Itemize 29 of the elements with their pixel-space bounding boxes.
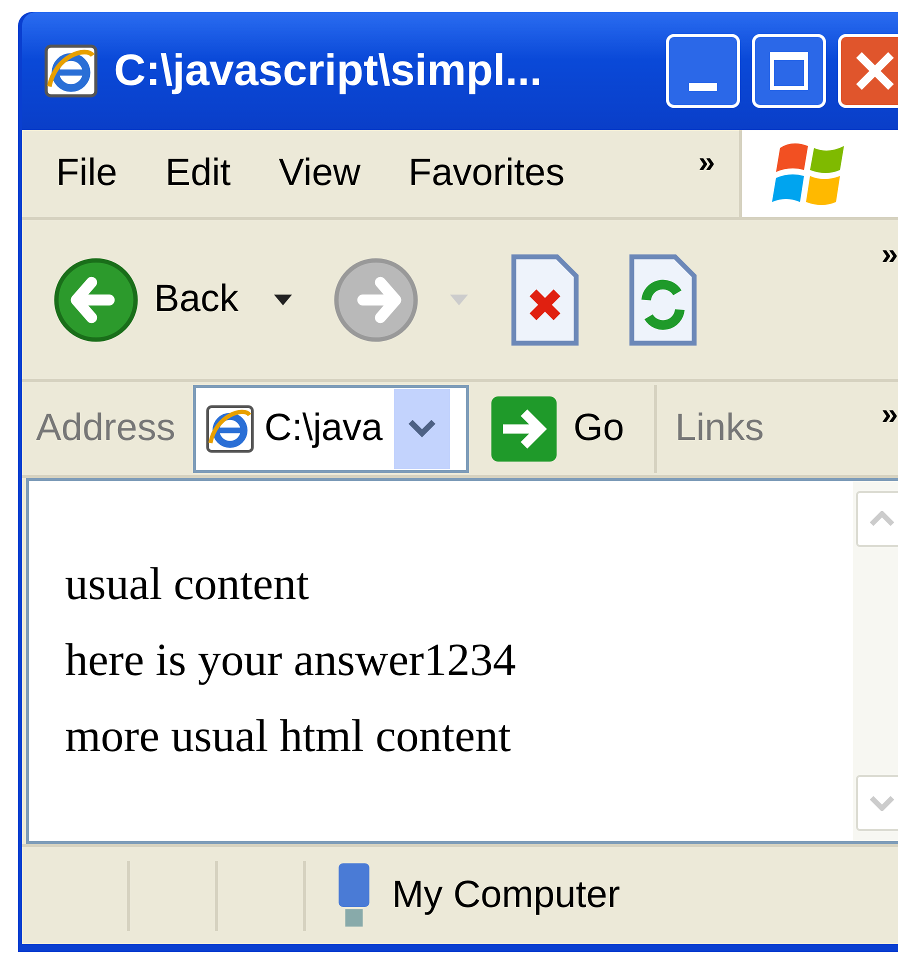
menu-item[interactable]: Favorites (384, 145, 589, 202)
close-button[interactable] (838, 34, 898, 108)
address-label: Address (36, 406, 176, 451)
minimize-icon (689, 83, 717, 91)
address-field[interactable]: C:\java (193, 384, 470, 472)
back-caret-icon[interactable] (274, 294, 292, 306)
maximize-button[interactable] (752, 34, 826, 108)
zone-label: My Computer (392, 873, 620, 918)
links-label[interactable]: Links (675, 400, 764, 457)
chevron-up-icon (869, 511, 895, 527)
menu-overflow[interactable]: » (698, 140, 715, 185)
close-icon (855, 51, 895, 91)
back-label[interactable]: Back (154, 271, 238, 328)
content-line: here is your answer1234 (65, 633, 517, 687)
chevron-down-icon (869, 795, 895, 811)
content-line: usual content (65, 557, 310, 611)
maximize-icon (770, 52, 808, 90)
window-title: C:\javascript\simpl... (114, 45, 543, 97)
address-value: C:\java (264, 406, 384, 451)
toolbar-overflow[interactable]: » (881, 232, 898, 277)
menu-item[interactable]: View (254, 145, 384, 202)
menu-item[interactable]: File (32, 145, 142, 202)
chevron-down-icon (407, 418, 438, 438)
links-overflow[interactable]: » (881, 392, 898, 437)
minimize-button[interactable] (666, 34, 740, 108)
content-line: more usual html content (65, 709, 512, 763)
address-dropdown-button[interactable] (394, 388, 450, 468)
go-button[interactable]: Go (489, 384, 658, 472)
menu-item[interactable]: Edit (141, 145, 255, 202)
